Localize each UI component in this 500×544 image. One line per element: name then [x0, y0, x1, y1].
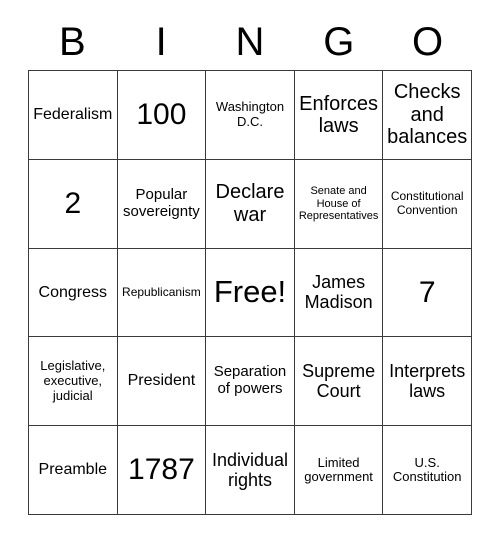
bingo-cell-label: Federalism — [33, 105, 113, 123]
bingo-cell[interactable]: Constitutional Convention — [383, 159, 472, 249]
bingo-cell[interactable]: Supreme Court — [294, 337, 384, 427]
bingo-cell[interactable]: James Madison — [294, 248, 384, 338]
bingo-cell[interactable]: U.S. Constitution — [383, 426, 472, 515]
bingo-cell[interactable]: Republicanism — [117, 248, 207, 338]
bingo-cell[interactable]: 2 — [29, 159, 118, 249]
bingo-cell-label: Popular sovereignty — [123, 185, 200, 220]
bingo-cell[interactable]: Congress — [29, 248, 118, 338]
bingo-cell[interactable]: Individual rights — [206, 426, 295, 515]
bingo-cell-label: Separation of powers — [213, 363, 287, 398]
bingo-cell-label: Enforces laws — [299, 92, 379, 137]
bingo-cell[interactable]: Federalism — [29, 71, 118, 160]
bingo-grid: Federalism 100 Washington D.C. Enforces law… — [28, 70, 472, 515]
bingo-cell-label: U.S. Constitution — [392, 454, 462, 485]
bingo-cell[interactable]: Legislative, executive, judicial — [29, 337, 118, 427]
bingo-cell[interactable]: 7 — [383, 248, 472, 338]
header-letter-n: N — [235, 20, 265, 64]
bingo-cell-label: 100 — [136, 98, 187, 132]
bingo-cell-label: Supreme Court — [302, 361, 376, 402]
bingo-cell-free[interactable]: Free! — [206, 248, 295, 338]
bingo-cell[interactable]: Enforces laws — [294, 71, 384, 160]
bingo-cell-label: President — [127, 372, 196, 390]
bingo-cell-label: Limited government — [304, 454, 373, 485]
bingo-cell-label: Republicanism — [122, 284, 201, 299]
bingo-cell-label: Individual rights — [211, 449, 289, 491]
bingo-cell-label: Legislative, executive, judicial — [40, 358, 106, 403]
header-letter-i: I — [155, 20, 167, 64]
bingo-cell[interactable]: Separation of powers — [206, 337, 295, 427]
bingo-cell-label: 2 — [64, 186, 82, 220]
header-letter-b: B — [59, 20, 86, 64]
bingo-cell[interactable]: Popular sovereignty — [117, 159, 207, 249]
bingo-cell-label: Interprets laws — [389, 361, 466, 402]
bingo-cell-label: Checks and balances — [387, 81, 468, 149]
bingo-cell[interactable]: Washington D.C. — [206, 71, 295, 160]
bingo-cell-label: Washington D.C. — [215, 99, 285, 129]
bingo-cell-label: Constitutional Convention — [390, 189, 464, 217]
bingo-cell[interactable]: 100 — [117, 71, 207, 160]
bingo-cell-label: Preamble — [38, 461, 108, 479]
bingo-cell[interactable]: President — [117, 337, 207, 427]
header-letter-g: G — [323, 20, 355, 64]
header-letter-o: O — [412, 20, 444, 64]
bingo-cell[interactable]: Interprets laws — [383, 337, 472, 427]
bingo-cell-label: Senate and House of Representatives — [298, 185, 379, 222]
bingo-cell[interactable]: Senate and House of Representatives — [294, 159, 384, 249]
bingo-cell-label: James Madison — [304, 272, 373, 313]
bingo-cell-label: 1787 — [128, 453, 195, 487]
bingo-header: B I N G O — [28, 14, 472, 70]
bingo-cell-label: Declare war — [215, 181, 285, 226]
bingo-cell[interactable]: Limited government — [294, 426, 384, 515]
bingo-cell-label: 7 — [418, 275, 436, 309]
bingo-cell-label: Congress — [38, 283, 108, 301]
bingo-card: B I N G O Federalism 100 Washington D.C. En… — [0, 0, 500, 544]
bingo-cell[interactable]: Declare war — [206, 159, 295, 249]
bingo-cell-label: Free! — [213, 274, 287, 310]
bingo-cell[interactable]: 1787 — [117, 426, 207, 515]
bingo-cell[interactable]: Checks and balances — [383, 71, 472, 160]
bingo-cell[interactable]: Preamble — [29, 426, 118, 515]
